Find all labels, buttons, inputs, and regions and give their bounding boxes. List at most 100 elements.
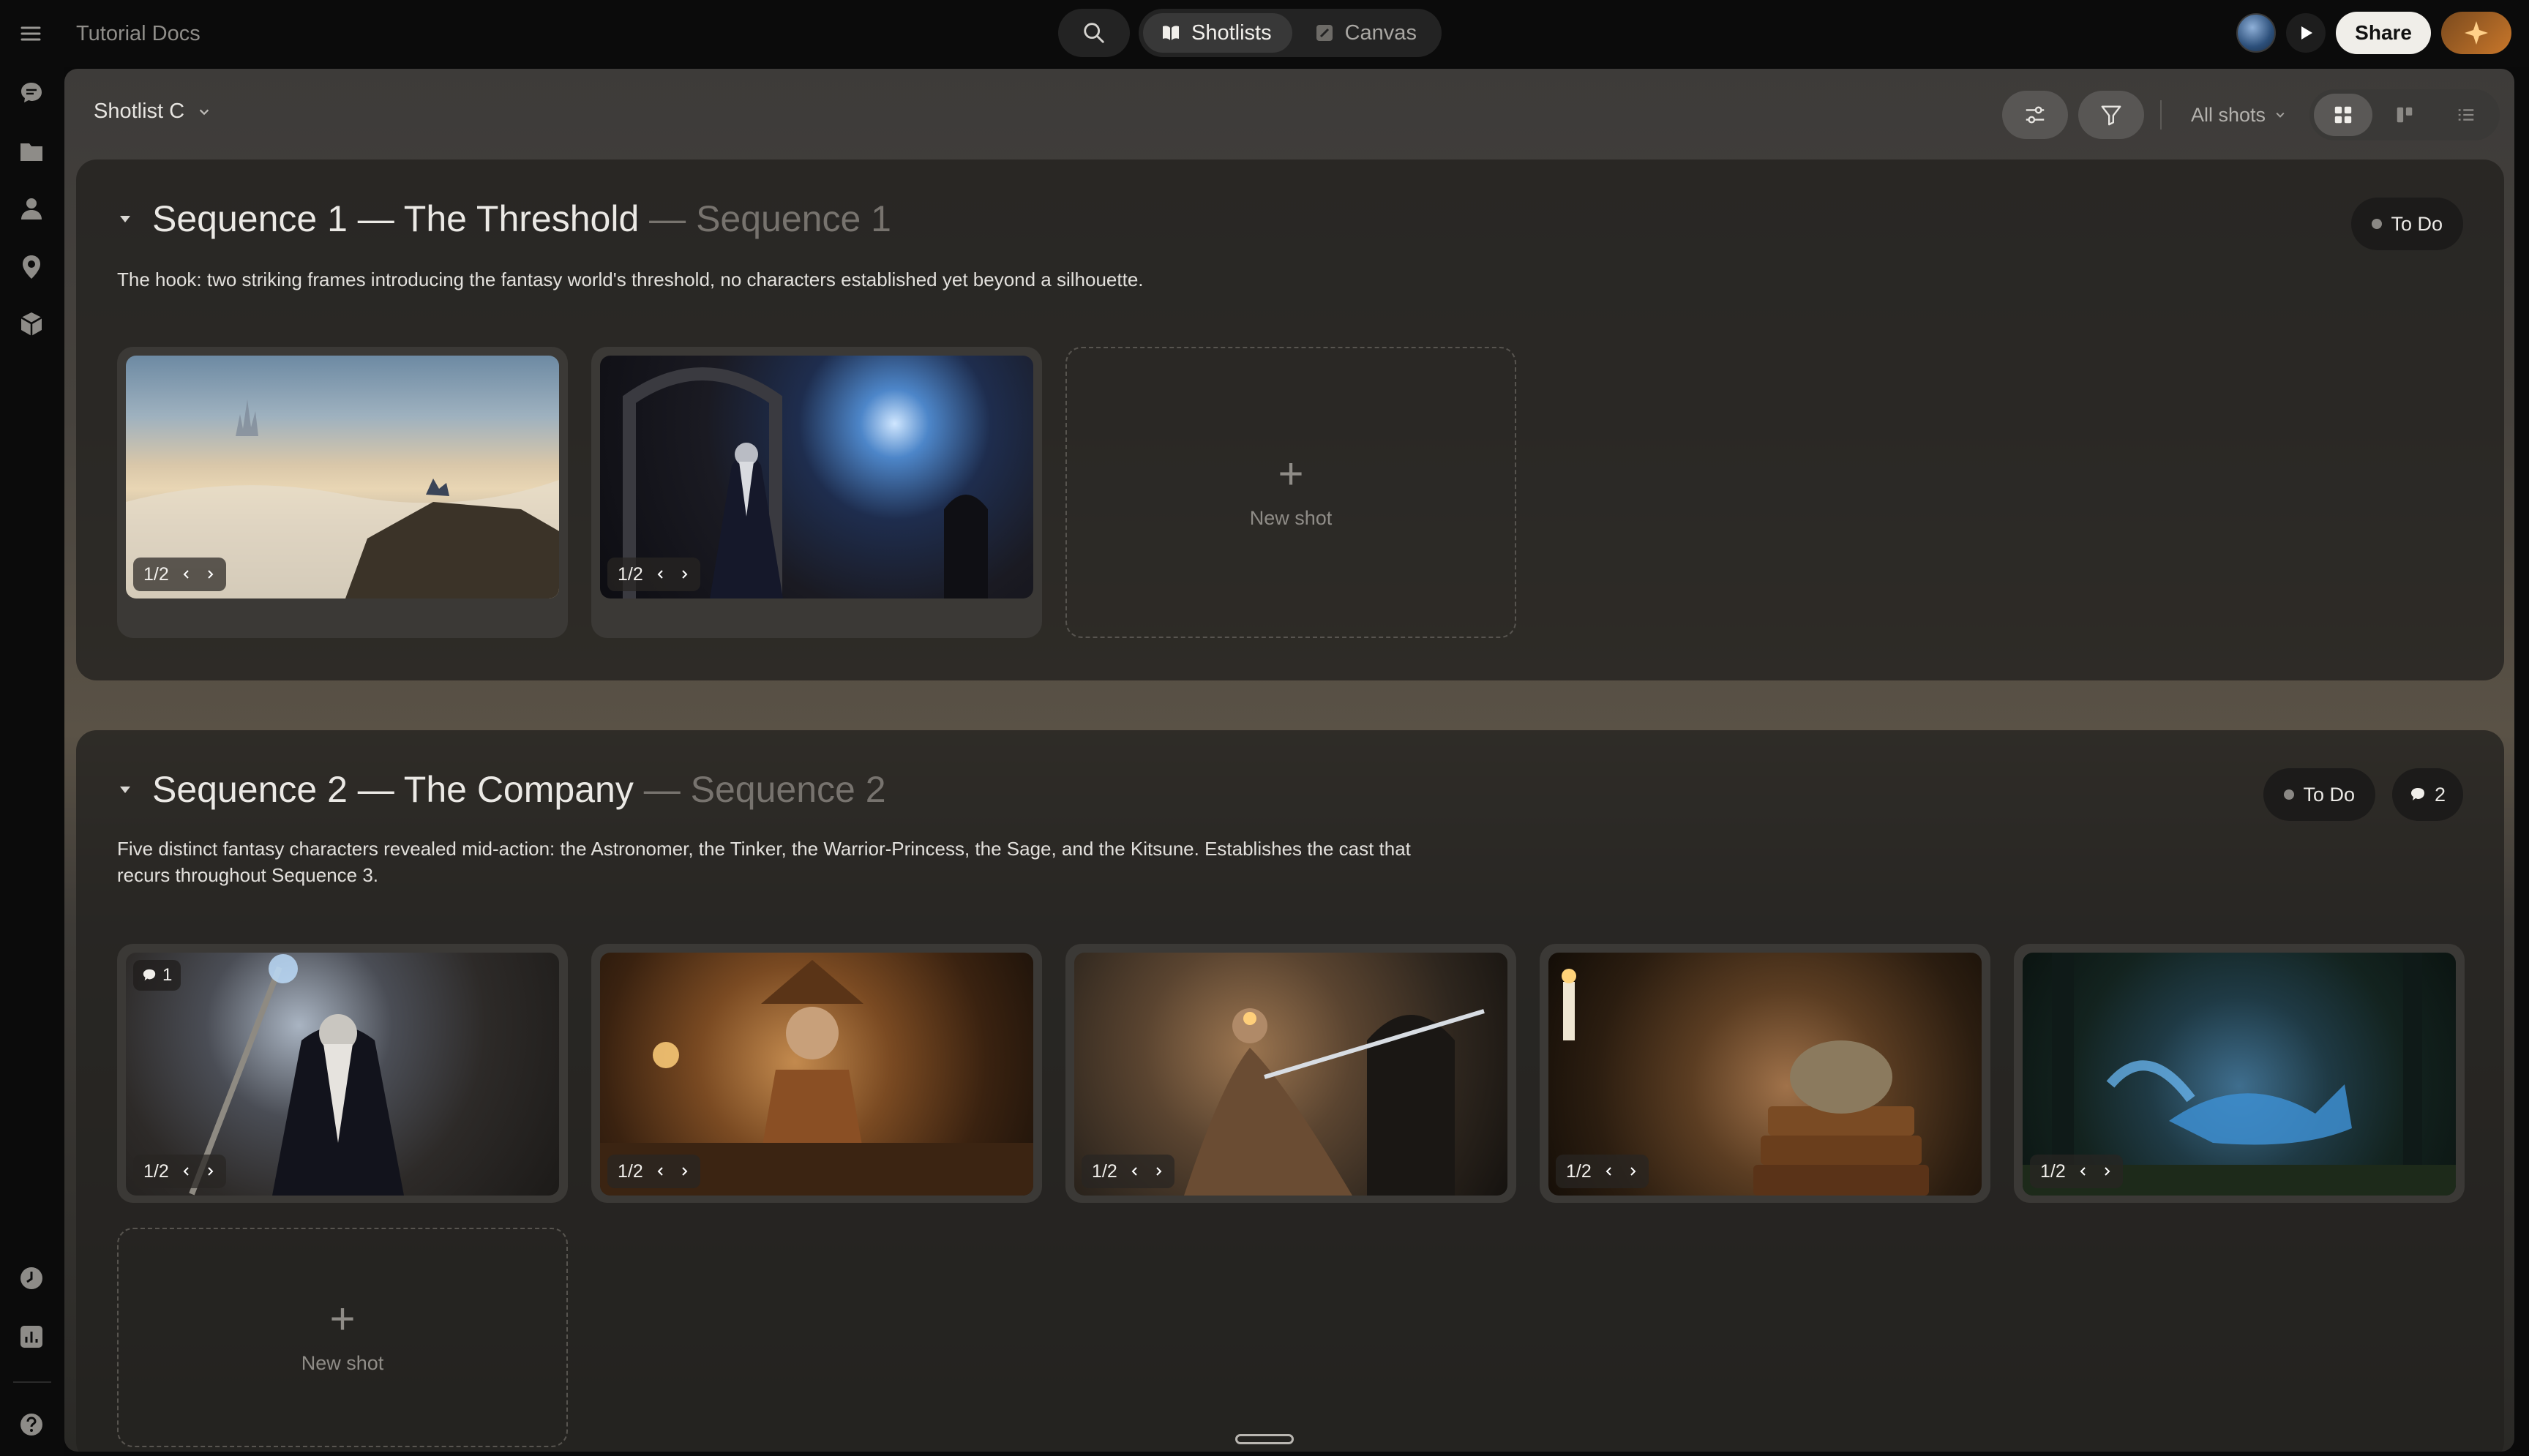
shot-card[interactable]: 1/2 bbox=[1065, 944, 1516, 1203]
image-counter: 1/2 bbox=[618, 563, 643, 585]
chevron-right-icon[interactable] bbox=[678, 568, 690, 580]
image-counter: 1/2 bbox=[1092, 1160, 1117, 1182]
chevron-down-icon bbox=[199, 109, 209, 115]
chat-icon[interactable] bbox=[18, 79, 45, 107]
filter-button[interactable] bbox=[2077, 91, 2144, 139]
cube-icon[interactable] bbox=[18, 310, 45, 338]
chevron-left-icon[interactable] bbox=[655, 1166, 667, 1177]
view-switcher: Shotlists Canvas bbox=[1139, 9, 1442, 57]
shotlist-dropdown[interactable]: Shotlist C bbox=[94, 100, 211, 124]
user-icon[interactable] bbox=[18, 195, 45, 222]
chevron-right-icon[interactable] bbox=[2101, 1166, 2113, 1177]
chevron-left-icon[interactable] bbox=[1129, 1166, 1141, 1177]
new-shot-button[interactable]: + New shot bbox=[117, 1228, 568, 1447]
board-view-button[interactable] bbox=[2375, 94, 2434, 136]
search-button[interactable] bbox=[1058, 9, 1130, 57]
chevron-right-icon[interactable] bbox=[1153, 1166, 1164, 1177]
shot-card[interactable]: 1/2 bbox=[591, 944, 1042, 1203]
image-pager: 1/2 bbox=[2030, 1155, 2123, 1188]
new-shot-label: New shot bbox=[301, 1351, 384, 1374]
shot-thumbnail[interactable]: 1/2 bbox=[1548, 953, 1982, 1196]
image-pager: 1/2 bbox=[133, 1155, 226, 1188]
tab-canvas-label: Canvas bbox=[1344, 20, 1417, 45]
grid-view-button[interactable] bbox=[2314, 94, 2372, 136]
avatar[interactable] bbox=[2236, 13, 2277, 53]
image-counter: 1/2 bbox=[618, 1160, 643, 1182]
share-button[interactable]: Share bbox=[2336, 12, 2431, 54]
shot-thumbnail[interactable]: 1/2 bbox=[126, 356, 559, 598]
play-button[interactable] bbox=[2286, 13, 2326, 53]
shot-thumbnail[interactable]: 1/2 bbox=[600, 356, 1033, 598]
list-icon bbox=[2458, 109, 2474, 121]
shot-card[interactable]: 1/2 bbox=[591, 347, 1042, 638]
app-title: Tutorial Docs bbox=[76, 22, 201, 45]
shot-thumbnail[interactable]: 1/2 bbox=[600, 953, 1033, 1196]
shots-filter-label: All shots bbox=[2190, 103, 2266, 126]
comment-icon bbox=[2410, 788, 2424, 800]
hamburger-menu-icon[interactable] bbox=[18, 20, 44, 47]
section-header[interactable]: Sequence 1 — The Threshold — Sequence 1 bbox=[117, 198, 891, 240]
section-title: Sequence 2 — The Company — Sequence 2 bbox=[152, 769, 886, 810]
image-pager: 1/2 bbox=[607, 558, 700, 591]
image-pager: 1/2 bbox=[1082, 1155, 1174, 1188]
shots-filter-dropdown[interactable]: All shots bbox=[2178, 104, 2299, 127]
section-subtitle: — Sequence 1 bbox=[649, 198, 891, 239]
sequence-section: Sequence 2 — The Company — Sequence 2 To… bbox=[76, 730, 2504, 1452]
shot-comments-badge[interactable]: 1 bbox=[133, 960, 181, 991]
chevron-left-icon[interactable] bbox=[2077, 1166, 2089, 1177]
toolbar-actions: All shots bbox=[2001, 89, 2500, 140]
tab-canvas[interactable]: Canvas bbox=[1297, 13, 1437, 53]
chevron-right-icon[interactable] bbox=[204, 568, 216, 580]
status-badge[interactable]: To Do bbox=[2263, 768, 2375, 821]
chevron-left-icon[interactable] bbox=[181, 568, 192, 580]
comment-icon bbox=[143, 969, 156, 981]
ai-assistant-button[interactable] bbox=[2441, 12, 2511, 54]
location-pin-icon[interactable] bbox=[18, 253, 45, 281]
shot-thumbnail[interactable]: 1/2 bbox=[1074, 953, 1507, 1196]
status-dot-icon bbox=[2284, 789, 2295, 800]
adjust-button[interactable] bbox=[2001, 91, 2068, 139]
chevron-left-icon[interactable] bbox=[1603, 1166, 1615, 1177]
chevron-down-icon bbox=[2276, 112, 2285, 118]
status-badge[interactable]: To Do bbox=[2351, 198, 2463, 250]
board-icon bbox=[2397, 107, 2413, 123]
folder-icon[interactable] bbox=[18, 138, 45, 165]
chevron-right-icon[interactable] bbox=[678, 1166, 690, 1177]
chevron-left-icon[interactable] bbox=[655, 568, 667, 580]
shot-thumbnail[interactable]: 1 1/2 bbox=[126, 953, 559, 1196]
chevron-right-icon[interactable] bbox=[204, 1166, 216, 1177]
header-actions: Share bbox=[2236, 10, 2511, 56]
top-bar: Tutorial Docs Shotlists Canvas Share bbox=[0, 0, 2529, 67]
tab-shotlists[interactable]: Shotlists bbox=[1143, 13, 1292, 53]
section-header[interactable]: Sequence 2 — The Company — Sequence 2 bbox=[117, 768, 886, 811]
book-icon bbox=[1163, 26, 1179, 40]
clock-icon[interactable] bbox=[18, 1264, 45, 1292]
list-view-button[interactable] bbox=[2437, 94, 2495, 136]
image-counter: 1/2 bbox=[1566, 1160, 1592, 1182]
resize-handle[interactable] bbox=[1235, 1434, 1294, 1444]
chevron-left-icon[interactable] bbox=[181, 1166, 192, 1177]
left-sidebar bbox=[0, 67, 64, 1456]
collapse-caret-icon bbox=[120, 787, 130, 793]
image-counter: 1/2 bbox=[143, 1160, 169, 1182]
chevron-right-icon[interactable] bbox=[1627, 1166, 1638, 1177]
top-nav: Shotlists Canvas bbox=[1058, 9, 1442, 57]
collapse-caret-icon bbox=[120, 216, 130, 222]
shot-card[interactable]: 1/2 bbox=[1540, 944, 1990, 1203]
shot-card[interactable]: 1/2 bbox=[117, 347, 568, 638]
canvas-icon bbox=[1316, 25, 1333, 41]
help-icon[interactable] bbox=[18, 1411, 45, 1438]
new-shot-button[interactable]: + New shot bbox=[1065, 347, 1516, 638]
comments-badge[interactable]: 2 bbox=[2391, 768, 2463, 821]
shot-thumbnail[interactable]: 1/2 bbox=[2023, 953, 2456, 1196]
section-subtitle: — Sequence 2 bbox=[643, 769, 886, 810]
shot-card[interactable]: 1/2 bbox=[2014, 944, 2465, 1203]
shot-card[interactable]: 1 1/2 bbox=[117, 944, 568, 1203]
layout-switcher bbox=[2309, 89, 2500, 140]
rail-divider bbox=[13, 1381, 51, 1383]
tab-shotlists-label: Shotlists bbox=[1191, 20, 1272, 45]
analytics-icon[interactable] bbox=[18, 1323, 45, 1351]
sequence-section: Sequence 1 — The Threshold — Sequence 1 … bbox=[76, 160, 2504, 680]
image-counter: 1/2 bbox=[2040, 1160, 2066, 1182]
grid-icon bbox=[2334, 106, 2352, 124]
